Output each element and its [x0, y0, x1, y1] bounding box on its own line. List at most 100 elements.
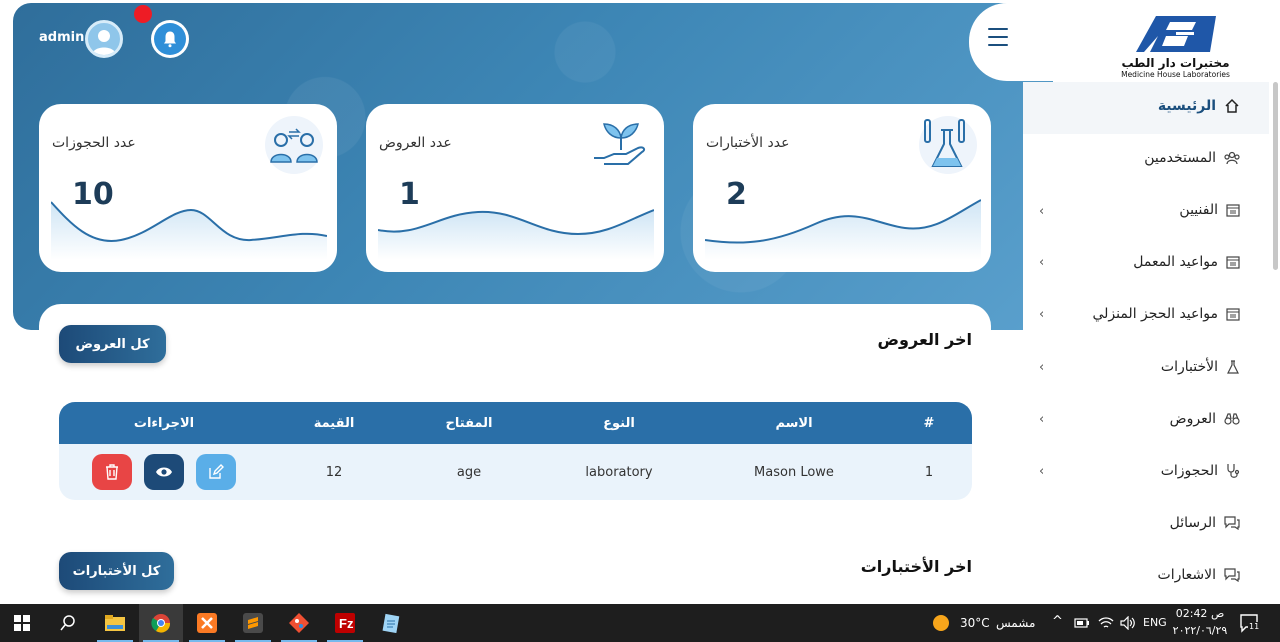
delete-button[interactable] — [92, 454, 132, 490]
svg-text:Fz: Fz — [339, 616, 354, 631]
wifi-icon[interactable] — [1098, 616, 1114, 630]
eye-icon — [156, 467, 172, 477]
sidebar-item-lab-appointments[interactable]: مواعيد المعمل — [1040, 254, 1240, 270]
sidebar-item-bookings[interactable]: الحجوزات — [1040, 463, 1240, 479]
row-key: age — [456, 464, 482, 480]
language-indicator[interactable]: ENG — [1143, 616, 1167, 629]
sublime-icon[interactable] — [231, 604, 275, 642]
lab-flask-icon — [919, 116, 977, 174]
sidebar-item-label: مواعيد المعمل — [1133, 254, 1218, 270]
sidebar-item-offers[interactable]: العروض — [1040, 411, 1240, 427]
chat-icon — [1224, 568, 1240, 582]
chrome-icon[interactable] — [139, 604, 183, 642]
sidebar-item-home-booking[interactable]: مواعيد الحجز المنزلي — [1040, 306, 1240, 322]
sidebar-item-notifications[interactable]: الاشعارات — [1040, 567, 1240, 583]
xampp-icon[interactable] — [185, 604, 229, 642]
logo-arabic-name: مختبرات دار الطب — [1121, 56, 1230, 70]
latest-tests-title: اخر الأختبارات — [860, 557, 972, 576]
sidebar-item-label: مواعيد الحجز المنزلي — [1092, 306, 1218, 322]
column-header: النوع — [603, 415, 635, 431]
column-header: الاسم — [775, 415, 813, 431]
sidebar-item-label: الأختبارات — [1160, 359, 1218, 375]
windows-taskbar: Fz 30°C مشمس ^ ENG 02:42 ص ٢٠٢٢/٠٦/٢٩ 11 — [0, 604, 1280, 642]
clock-date[interactable]: ٢٠٢٢/٠٦/٢٩ — [1172, 624, 1228, 637]
stethoscope-icon — [1227, 464, 1240, 478]
binoculars-icon — [1224, 413, 1240, 425]
volume-icon[interactable] — [1120, 616, 1136, 630]
sidebar-item-label: الاشعارات — [1157, 567, 1216, 583]
sidebar-item-label: الرئيسية — [1157, 98, 1216, 114]
table-row[interactable]: 1 Mason Lowe laboratory age 12 — [59, 444, 972, 500]
all-tests-button[interactable]: كل الأختبارات — [59, 552, 174, 590]
view-button[interactable] — [144, 454, 184, 490]
windows-start-icon[interactable] — [0, 604, 44, 642]
git-icon[interactable] — [277, 604, 321, 642]
row-value: 12 — [325, 464, 343, 480]
sidebar-item-label: المستخدمين — [1144, 150, 1216, 166]
plant-hand-icon — [592, 116, 650, 174]
sun-icon[interactable] — [932, 614, 950, 632]
weather-label[interactable]: مشمس — [996, 616, 1035, 630]
notification-dot — [134, 5, 152, 23]
column-header: المفتاح — [445, 415, 493, 431]
stat-label: عدد الأختبارات — [706, 135, 790, 151]
clock-time[interactable]: 02:42 ص — [1172, 607, 1228, 620]
sidebar-item-label: الرسائل — [1169, 515, 1216, 531]
flask-icon — [1227, 360, 1239, 374]
all-offers-button[interactable]: كل العروض — [59, 325, 166, 363]
user-name[interactable]: admin — [39, 30, 84, 45]
users-icon — [1224, 151, 1240, 165]
stat-card-offers: عدد العروض 1 — [366, 104, 664, 272]
row-index: 1 — [924, 464, 934, 480]
sidebar-item-label: الفنيين — [1179, 202, 1218, 218]
sidebar-item-users[interactable]: المستخدمين — [1040, 150, 1240, 166]
sidebar-scrollbar[interactable] — [1273, 82, 1278, 270]
chat-icon — [1224, 516, 1240, 530]
battery-icon[interactable] — [1074, 617, 1090, 629]
user-avatar-icon — [92, 30, 116, 55]
notification-center-icon[interactable]: 11 — [1240, 613, 1261, 637]
sidebar-item-home[interactable]: الرئيسية — [1040, 98, 1240, 114]
calendar-icon — [1226, 204, 1240, 217]
notepad-icon[interactable] — [369, 604, 413, 642]
sidebar-item-technicians[interactable]: الفنيين — [1040, 202, 1240, 218]
weather-temperature[interactable]: 30°C — [960, 616, 990, 630]
file-explorer-icon[interactable] — [93, 604, 137, 642]
row-type: laboratory — [585, 464, 653, 480]
logo-english-name: Medicine House Laboratories — [1121, 70, 1230, 79]
chevron-up-icon[interactable]: ^ — [1052, 614, 1063, 629]
stat-label: عدد العروض — [379, 135, 452, 151]
stat-label: عدد الحجوزات — [52, 135, 136, 151]
column-header: القيمة — [313, 415, 355, 431]
column-header: الاجراءات — [133, 415, 195, 431]
sidebar-item-label: العروض — [1169, 411, 1216, 427]
edit-button[interactable] — [196, 454, 236, 490]
calendar-icon — [1226, 308, 1240, 321]
user-avatar[interactable] — [85, 20, 123, 58]
notifications-button[interactable] — [151, 20, 189, 58]
search-icon[interactable] — [46, 604, 90, 642]
stat-sparkline — [51, 201, 327, 260]
bell-icon — [164, 31, 176, 48]
sidebar-item-messages[interactable]: الرسائل — [1040, 515, 1240, 531]
filezilla-icon[interactable]: Fz — [323, 604, 367, 642]
calendar-icon — [1226, 256, 1240, 269]
stat-card-tests: عدد الأختبارات 2 — [693, 104, 991, 272]
stat-sparkline — [705, 199, 981, 260]
offers-table-header: # الاسم النوع المفتاح القيمة الاجراءات — [59, 402, 972, 444]
row-name: Mason Lowe — [754, 464, 834, 480]
latest-offers-title: اخر العروض — [877, 330, 972, 349]
edit-icon — [209, 464, 224, 479]
logo-mark — [1135, 16, 1216, 52]
sidebar-item-label: الحجوزات — [1160, 463, 1218, 479]
stat-card-bookings: عدد الحجوزات 10 — [39, 104, 337, 272]
notification-count: 11 — [1248, 622, 1261, 631]
people-exchange-icon — [265, 116, 323, 174]
column-header: # — [923, 415, 935, 431]
hamburger-icon[interactable] — [988, 28, 1008, 46]
stat-sparkline — [378, 209, 654, 260]
logo[interactable]: مختبرات دار الطب Medicine House Laborato… — [1108, 16, 1243, 80]
home-icon — [1225, 98, 1239, 113]
sidebar-item-tests[interactable]: الأختبارات — [1040, 359, 1240, 375]
trash-icon — [106, 464, 118, 480]
